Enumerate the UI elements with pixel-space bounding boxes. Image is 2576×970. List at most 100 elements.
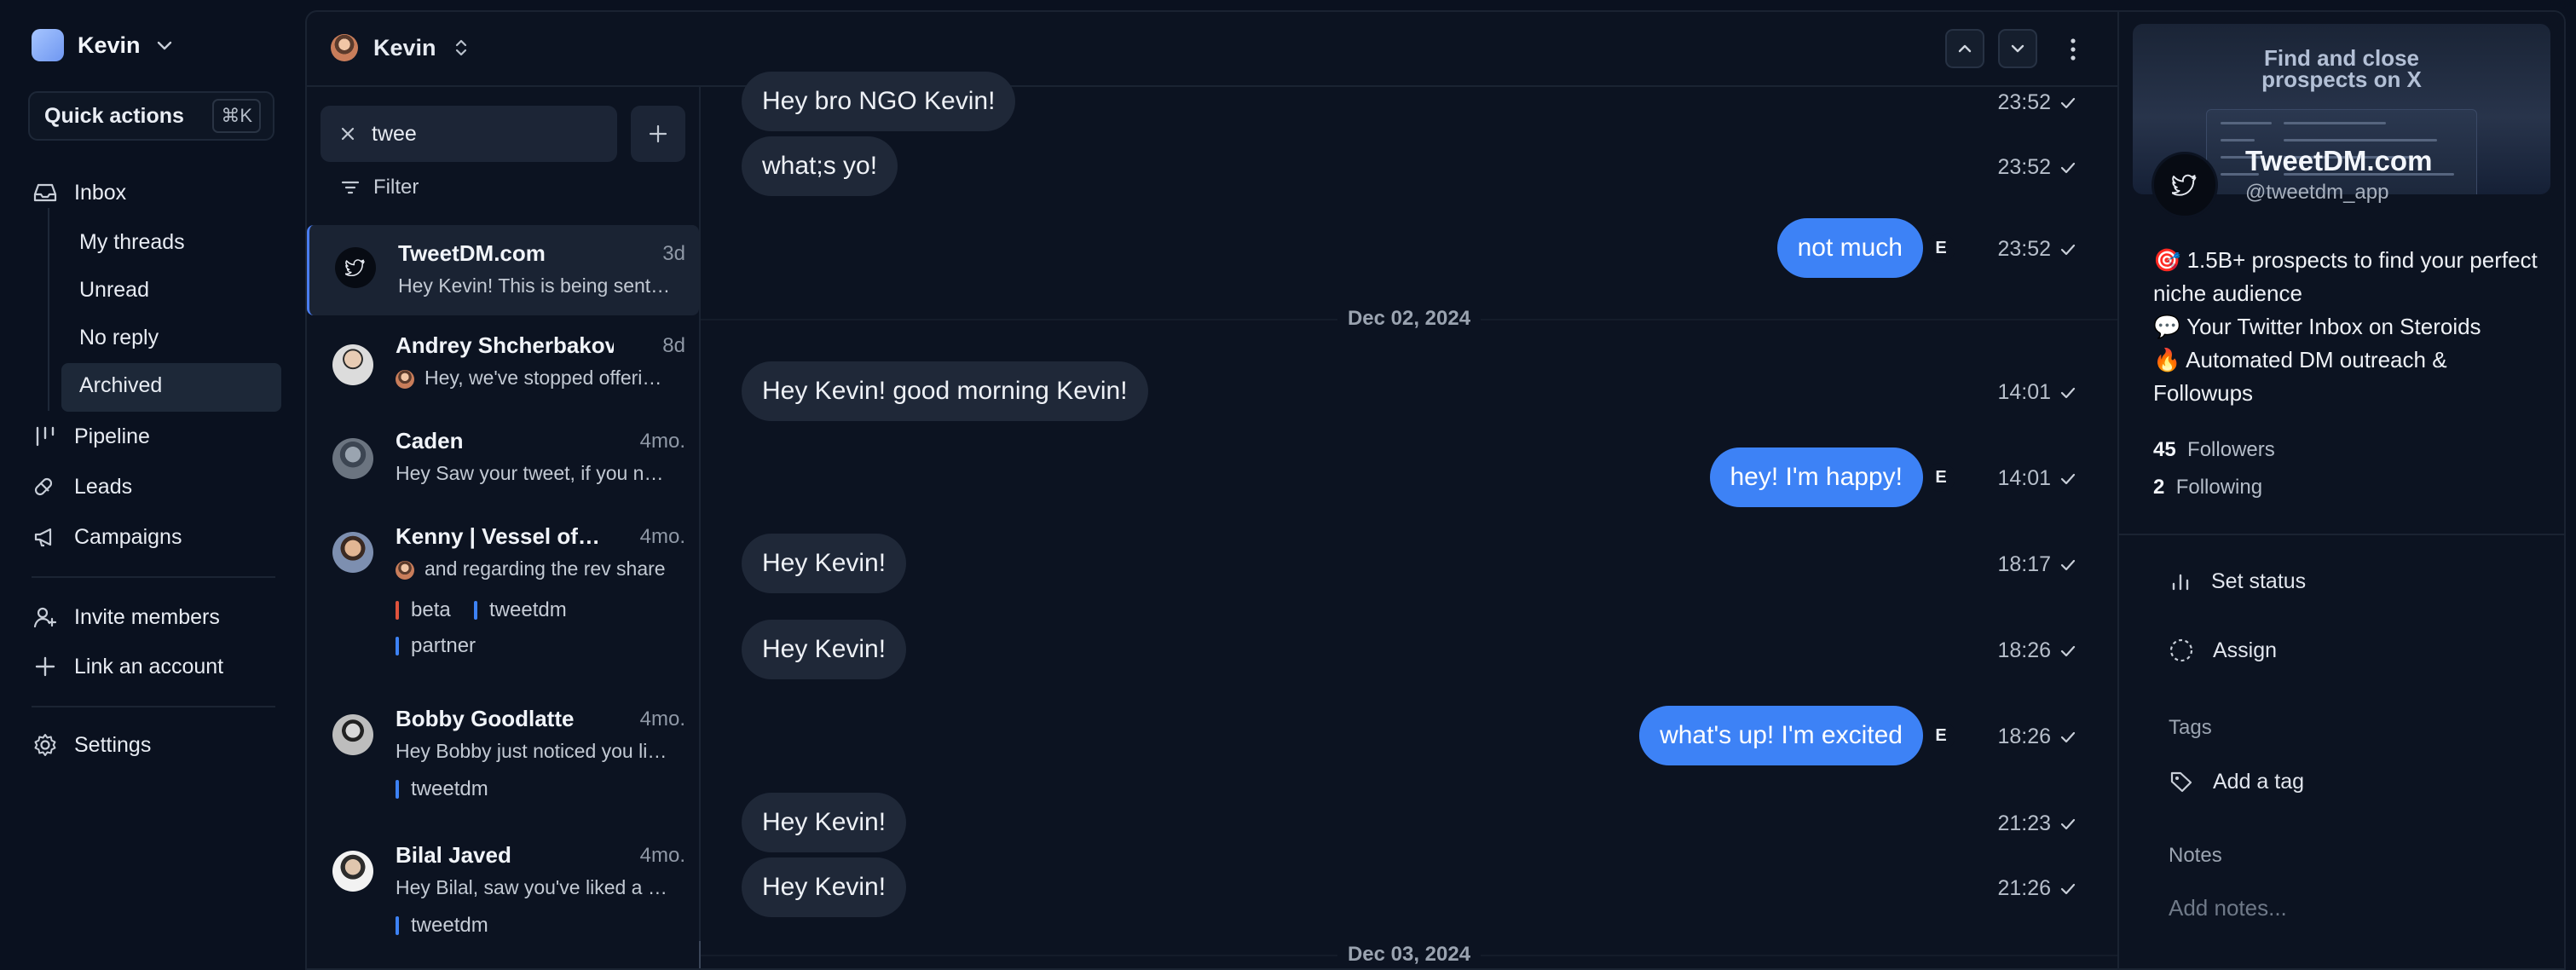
message-meta: 18:17 [1997, 552, 2076, 577]
thread-name: Bobby Goodlatte [396, 706, 575, 731]
avatar [332, 438, 373, 479]
message-meta: 18:26 [1997, 725, 2076, 749]
thread-name: Kenny | Vessel of Ideas [396, 523, 604, 549]
chevron-down-icon [154, 35, 175, 55]
leads-icon [32, 473, 59, 500]
tag-icon [2169, 769, 2194, 794]
sidebar: Kevin Quick actions ⌘K Inbox My threads … [0, 0, 305, 970]
message-area: Hey bro NGO Kevin! 23:52 what;s yo! 23:5… [701, 72, 2117, 968]
incoming-message: Hey Kevin! good morning Kevin! [742, 361, 1148, 421]
message-time: 18:26 [1997, 725, 2051, 748]
incoming-message: what;s yo! [742, 136, 898, 196]
quick-actions-button[interactable]: Quick actions ⌘K [28, 91, 274, 141]
sidebar-item-link-account[interactable]: Link an account [32, 653, 223, 680]
more-options-button[interactable] [2066, 36, 2080, 63]
sidebar-item-unread[interactable]: Unread [79, 278, 149, 303]
followers-count: 45 [2153, 438, 2176, 461]
contact-panel: Find and close prospects on X TweetDM.co… [2117, 12, 2564, 968]
gear-icon [32, 731, 59, 759]
twitter-bird-icon [2172, 174, 2198, 196]
tag-label: beta [411, 598, 451, 621]
search-input[interactable]: twee [321, 106, 617, 162]
workspace-name: Kevin [78, 32, 141, 58]
thread-name: Bilal Javed [396, 842, 511, 868]
date-label: Dec 02, 2024 [1337, 307, 1481, 330]
avatar [332, 532, 373, 573]
thread-preview: Hey Bobby just noticed you liked [396, 740, 668, 762]
thread-time: 4mo. [639, 430, 685, 453]
thread-item[interactable]: Bilal Javed 4mo. Hey Bilal, saw you've l… [307, 830, 699, 958]
thread-item[interactable]: TweetDM.com 3d Hey Kevin! This is being … [307, 225, 699, 315]
check-icon [2059, 243, 2076, 257]
sender-badge: E [1926, 234, 1955, 263]
previous-thread-button[interactable] [1945, 29, 1984, 68]
add-tag-button[interactable]: Add a tag [2169, 769, 2304, 794]
message-meta: 23:52 [1997, 237, 2076, 262]
thread-preview: Hey Kevin! This is being sent from Tweet… [398, 274, 671, 297]
quick-actions-label: Quick actions [44, 103, 184, 128]
check-icon [2059, 644, 2076, 658]
sidebar-item-no-reply[interactable]: No reply [79, 326, 159, 350]
sender-badge: E [1926, 463, 1955, 492]
tag-label: tweetdm [411, 914, 488, 937]
sidebar-item-label: Leads [74, 474, 133, 499]
sidebar-item-pipeline[interactable]: Pipeline [32, 423, 150, 450]
sidebar-item-label: Campaigns [74, 524, 182, 549]
twitter-bird-icon [335, 247, 376, 288]
check-icon [2059, 730, 2076, 744]
account-switcher[interactable]: Kevin [331, 34, 471, 61]
message-meta: 14:01 [1997, 466, 2076, 491]
sidebar-item-inbox[interactable]: Inbox [32, 179, 126, 206]
account-name: Kevin [373, 34, 436, 61]
thread-item[interactable]: Kenny | Vessel of Ideas 4mo. and regardi… [307, 511, 699, 670]
notes-input[interactable]: Add notes... [2169, 895, 2287, 921]
filter-button[interactable]: Filter [341, 176, 419, 199]
sidebar-item-invite-members[interactable]: Invite members [32, 603, 220, 631]
search-value: twee [372, 121, 417, 146]
add-user-icon [32, 603, 59, 631]
avatar [332, 344, 373, 385]
message-time: 18:17 [1997, 552, 2051, 576]
check-icon [2059, 386, 2076, 400]
thread-time: 3d [662, 242, 685, 265]
avatar [332, 714, 373, 755]
sender-avatar [396, 561, 414, 580]
message-meta: 23:52 [1997, 90, 2076, 115]
sidebar-item-archived[interactable]: Archived [79, 373, 162, 398]
sidebar-item-campaigns[interactable]: Campaigns [32, 523, 182, 551]
thread-item[interactable]: Bobby Goodlatte 4mo. Hey Bobby just noti… [307, 694, 699, 822]
thread-preview: and regarding the rev share [425, 557, 666, 580]
thread-item[interactable]: Andrey Shcherbakovv 8d Hey, we've stoppe… [307, 320, 699, 411]
next-thread-button[interactable] [1998, 29, 2037, 68]
message-meta: 21:23 [1997, 811, 2076, 836]
sender-badge: E [1926, 721, 1955, 750]
sidebar-item-settings[interactable]: Settings [32, 731, 151, 759]
sidebar-item-my-threads[interactable]: My threads [79, 230, 185, 255]
set-status-button[interactable]: Set status [2169, 569, 2306, 594]
workspace-switcher[interactable]: Kevin [32, 28, 175, 62]
chevron-down-icon [2008, 39, 2027, 58]
followers-label: Followers [2187, 438, 2275, 461]
new-thread-button[interactable] [631, 106, 685, 162]
chevron-up-icon [1955, 39, 1974, 58]
thread-item[interactable]: Caden 4mo. Hey Saw your tweet, if you ne… [307, 416, 699, 506]
outgoing-message: hey! I'm happy! [1709, 447, 1923, 507]
banner-text-line: prospects on X [2261, 66, 2422, 92]
thread-preview: Hey, we've stopped offering that plan [425, 367, 668, 389]
check-icon [2059, 472, 2076, 486]
assign-button[interactable]: Assign [2169, 638, 2277, 663]
tag-label: partner [411, 634, 477, 657]
set-status-label: Set status [2211, 569, 2307, 593]
thread-time: 4mo. [639, 525, 685, 548]
bio-line: 🔥 Automated DM outreach & Followups [2153, 347, 2447, 406]
date-divider: Dec 03, 2024 [701, 943, 2117, 967]
sidebar-item-label: Inbox [74, 180, 127, 205]
sidebar-item-leads[interactable]: Leads [32, 473, 132, 500]
profile-avatar [2151, 152, 2218, 218]
following-label: Following [2175, 476, 2263, 499]
check-icon [2059, 882, 2076, 896]
profile-handle: @tweetdm_app [2245, 181, 2389, 204]
clear-search-icon[interactable] [339, 125, 356, 142]
thread-name: Caden [396, 428, 464, 453]
filter-icon [341, 179, 360, 196]
